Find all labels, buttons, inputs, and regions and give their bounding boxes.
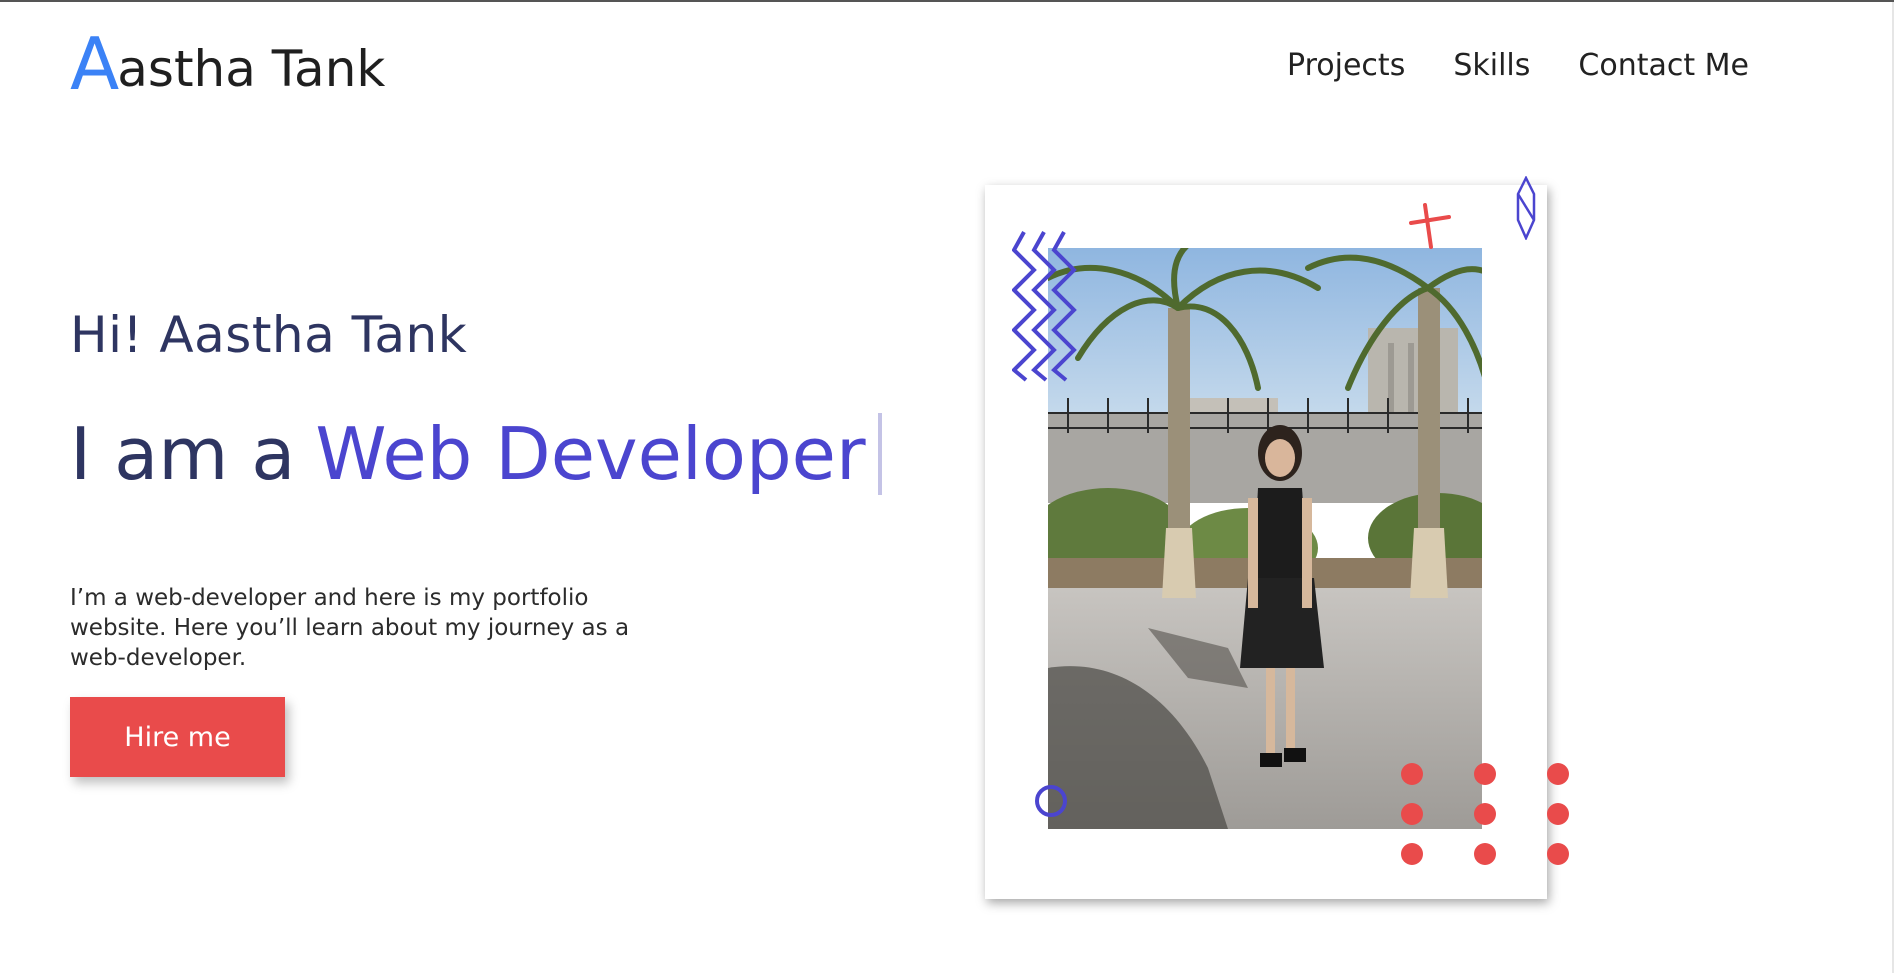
role-highlight: Web Developer bbox=[315, 412, 866, 496]
dot-grid bbox=[1401, 763, 1569, 865]
logo-text: astha Tank bbox=[117, 40, 386, 98]
cross-icon bbox=[1409, 203, 1451, 249]
hero-role-heading: I am a Web Developer bbox=[70, 412, 882, 496]
main-nav: Projects Skills Contact Me bbox=[1287, 48, 1749, 83]
circle-icon bbox=[1035, 785, 1067, 817]
site-logo[interactable]: A astha Tank bbox=[70, 22, 386, 106]
typing-caret bbox=[877, 413, 882, 495]
diamond-icon bbox=[1516, 176, 1536, 240]
hire-me-button[interactable]: Hire me bbox=[70, 697, 285, 777]
window-top-border bbox=[0, 0, 1894, 2]
role-prefix: I am a bbox=[70, 412, 296, 496]
hero-intro: I’m a web-developer and here is my portf… bbox=[70, 585, 630, 671]
nav-item-contact[interactable]: Contact Me bbox=[1578, 48, 1749, 83]
hero-greeting: Hi! Aastha Tank bbox=[70, 306, 468, 364]
zigzag-icon bbox=[1012, 231, 1077, 382]
nav-item-skills[interactable]: Skills bbox=[1453, 48, 1530, 83]
logo-initial: A bbox=[70, 22, 120, 106]
nav-item-projects[interactable]: Projects bbox=[1287, 48, 1405, 83]
portrait-photo bbox=[1048, 248, 1482, 829]
